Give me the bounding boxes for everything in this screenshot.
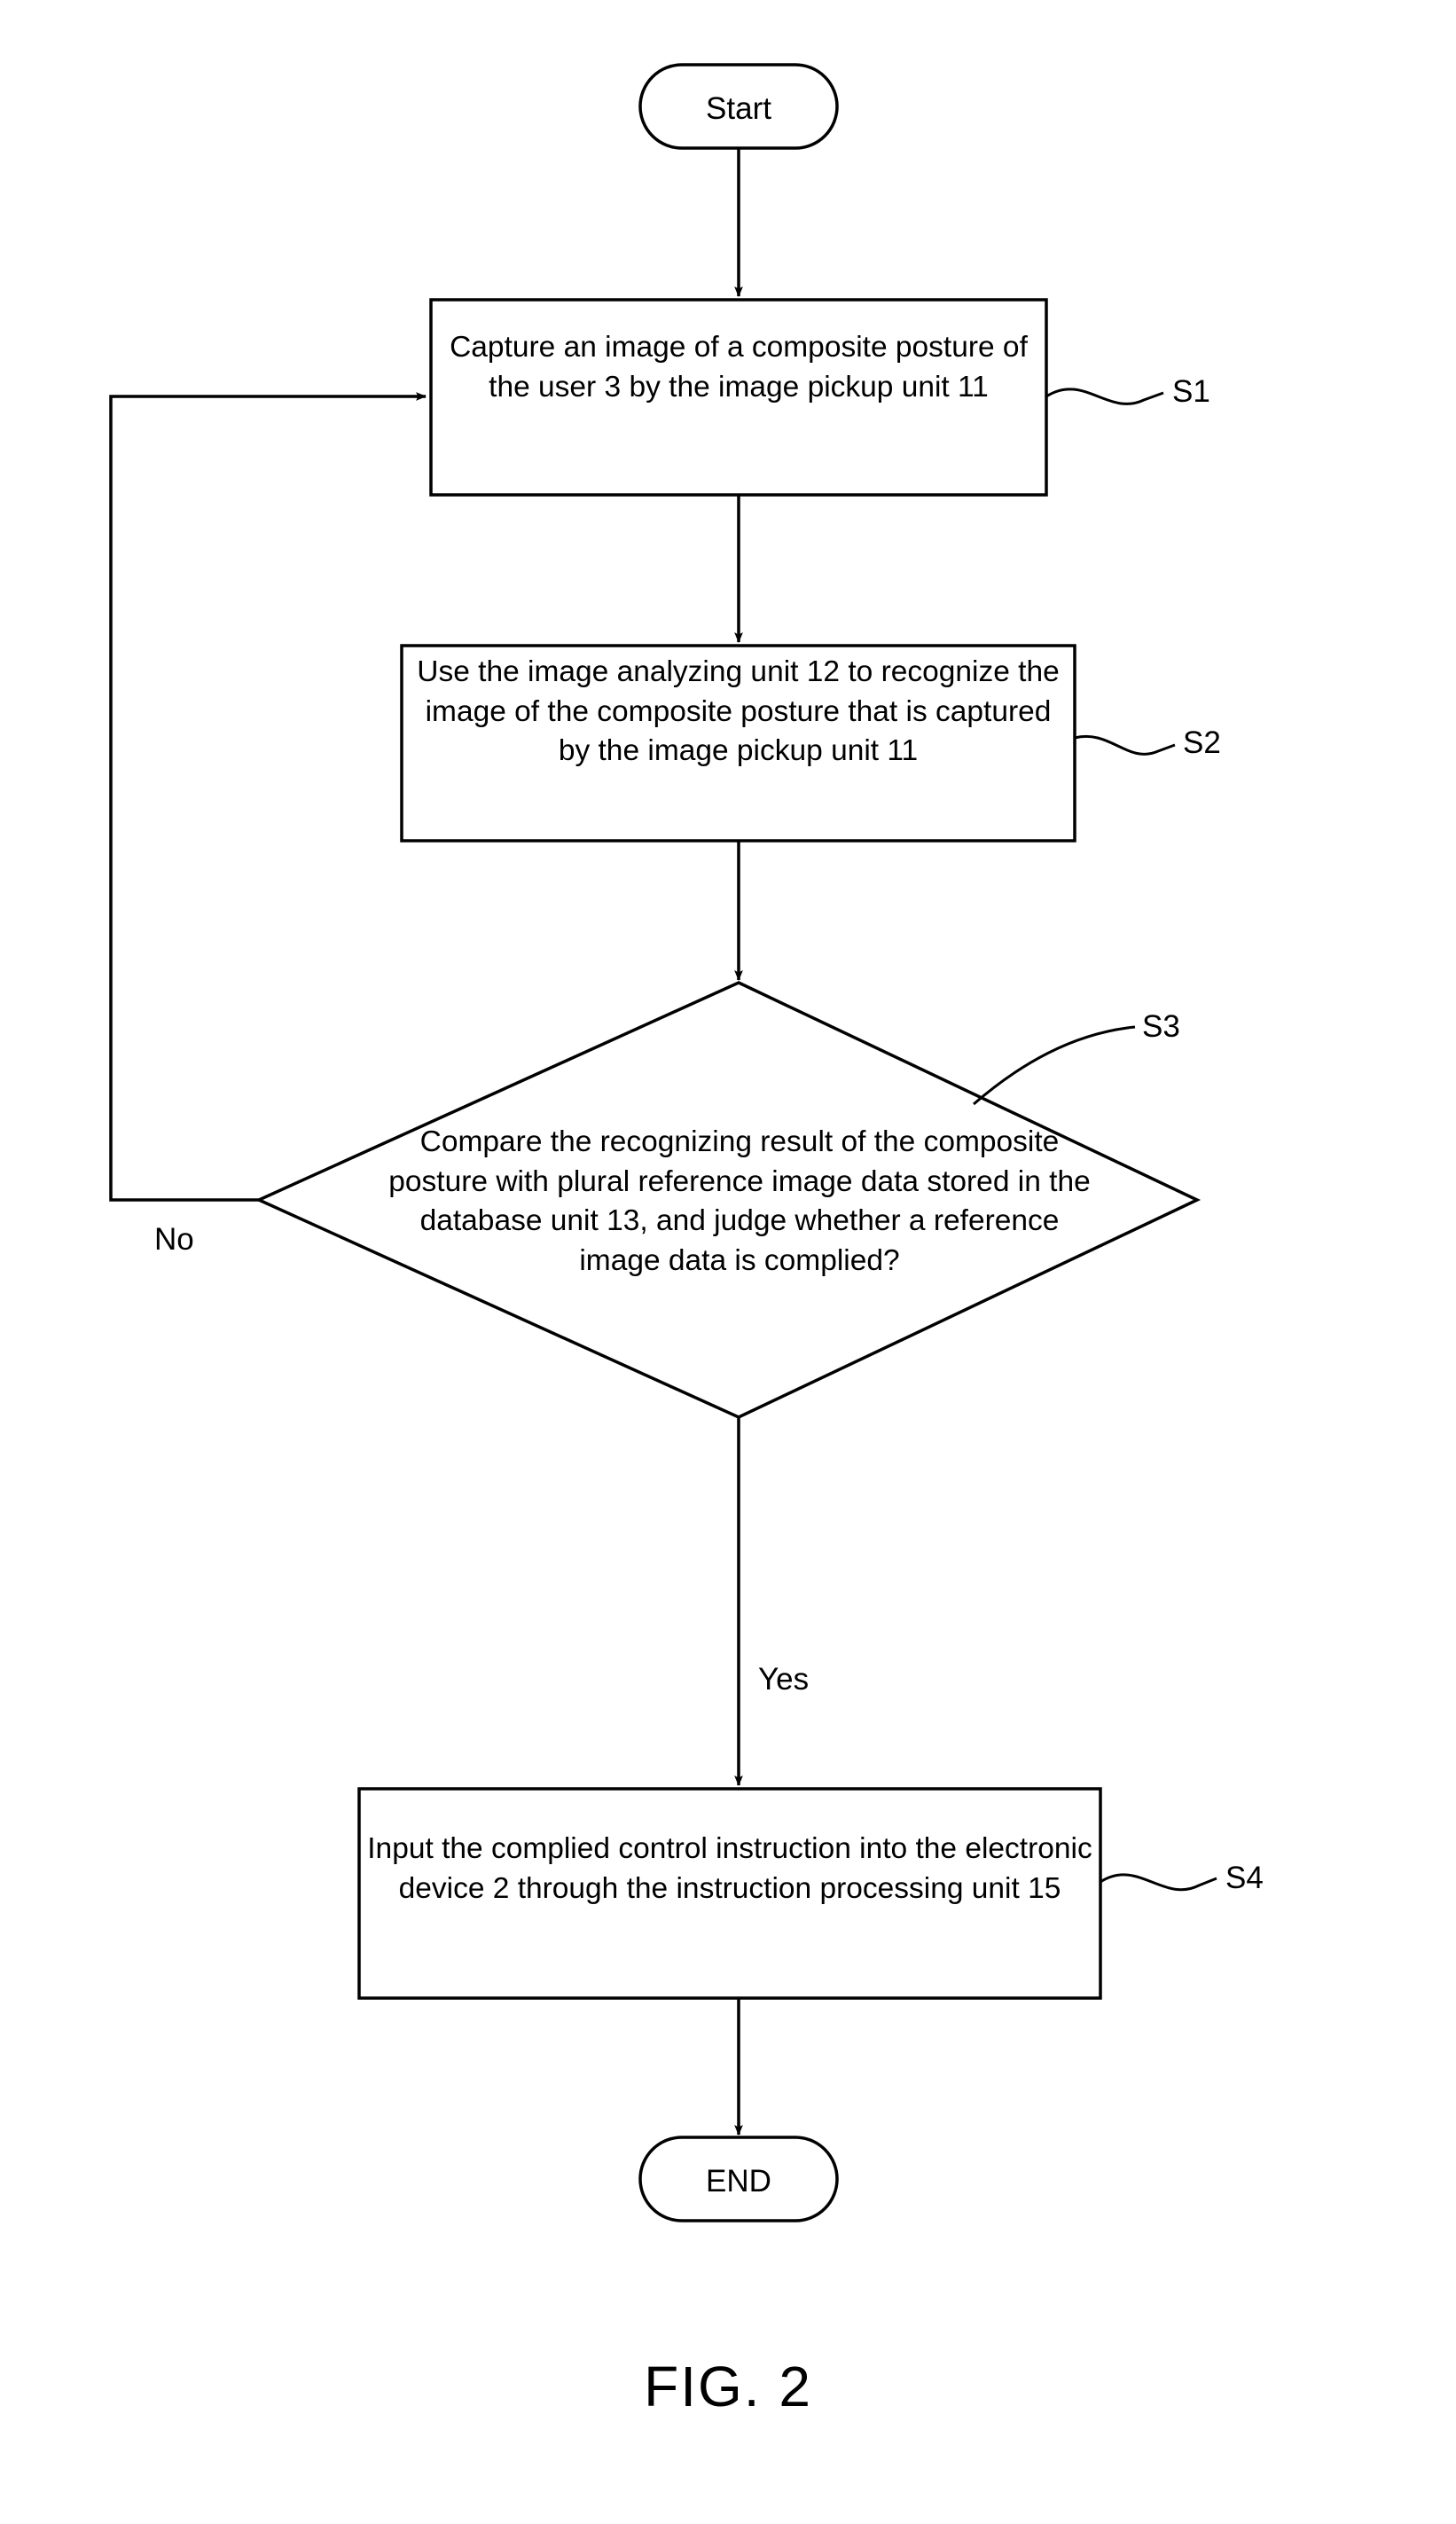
s2-leader-line	[1074, 734, 1176, 756]
figure-caption: FIG. 2	[644, 2355, 812, 2418]
start-terminal-shape	[638, 63, 839, 150]
s4-process-shape	[357, 1787, 1102, 2000]
yes-branch-label: Yes	[758, 1662, 810, 1697]
figure-page: Start Capture an image of a composite po…	[0, 0, 1456, 2524]
s1-process-shape	[429, 298, 1048, 497]
end-terminal-shape	[638, 2136, 839, 2222]
s4-leader-line	[1100, 1873, 1217, 1892]
s3-step-label: S3	[1142, 1009, 1180, 1044]
s2-step-label: S2	[1183, 725, 1221, 760]
connector-no-branch	[109, 392, 427, 1202]
s3-leader-curve	[973, 1025, 1136, 1106]
s2-process-shape	[400, 644, 1076, 843]
flowchart-canvas	[109, 63, 1217, 2222]
s4-step-label: S4	[1225, 1861, 1264, 1895]
s1-step-label: S1	[1172, 374, 1210, 409]
no-branch-label: No	[154, 1222, 194, 1257]
s1-leader-line	[1045, 388, 1164, 405]
